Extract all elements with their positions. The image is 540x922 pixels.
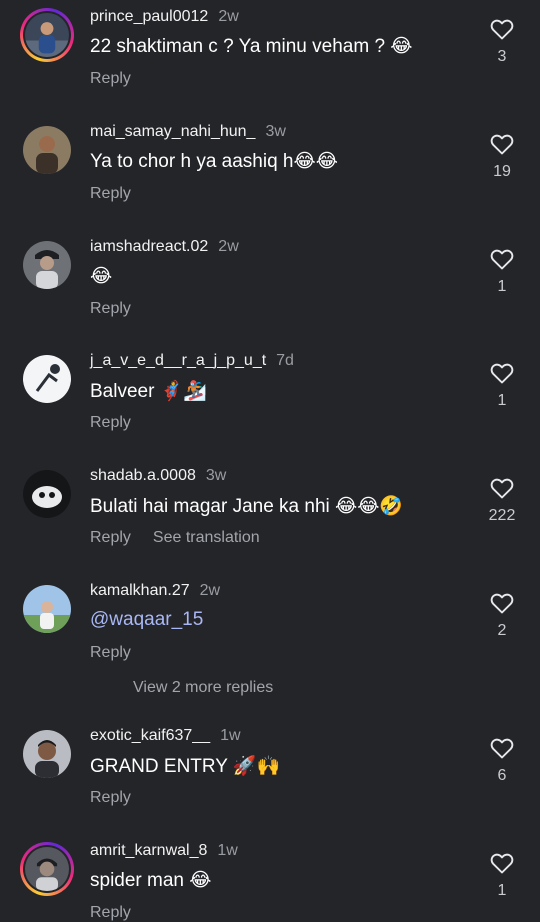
reply-button[interactable]: Reply [90,789,131,806]
heart-outline-icon[interactable] [490,362,514,384]
comment-actions: Reply [90,644,131,662]
timestamp: 2w [218,8,239,25]
like-count: 1 [497,882,507,899]
heart-outline-icon[interactable] [490,592,514,614]
timestamp: 3w [265,123,286,140]
comment-actions: Reply [90,300,131,318]
comment-header: j_a_v_e_d__r_a_j_p_u_t 7d [90,352,294,370]
comment-actions: Reply [90,70,131,88]
avatar[interactable] [23,585,71,633]
avatar[interactable] [23,126,71,174]
comment-text: 😂 [90,266,113,287]
username-link[interactable]: mai_samay_nahi_hun_ [90,123,255,140]
like-control: 2 [476,592,528,640]
like-count: 1 [497,278,507,295]
username-link[interactable]: kamalkhan.27 [90,582,190,599]
like-count: 1 [497,392,507,409]
like-control: 222 [476,477,528,525]
username-link[interactable]: prince_paul0012 [90,8,208,25]
timestamp: 3w [205,467,227,484]
username-link[interactable]: exotic_kaif637__ [90,727,210,744]
avatar-wrap[interactable] [20,123,74,177]
avatar-wrap[interactable] [20,582,74,636]
like-count: 6 [497,767,507,784]
like-count: 19 [493,163,511,180]
avatar-wrap[interactable] [20,727,74,781]
avatar-wrap[interactable] [20,238,74,292]
like-control: 19 [476,133,528,181]
timestamp: 1w [217,842,238,859]
timestamp: 2w [199,582,221,599]
like-control: 3 [476,18,528,66]
timestamp: 2w [218,238,239,255]
timestamp: 7d [276,352,294,369]
like-count: 2 [497,622,507,639]
comment-text: Ya to chor h ya aashiq h😂😂 [90,151,338,172]
reply-button[interactable]: Reply [90,644,131,661]
comment-header: kamalkhan.27 2w [90,582,220,600]
avatar[interactable] [23,241,71,289]
comment-header: exotic_kaif637__ 1w [90,727,241,745]
username-link[interactable]: amrit_karnwal_8 [90,842,207,859]
like-control: 1 [476,248,528,296]
reply-button[interactable]: Reply [90,414,131,431]
reply-button[interactable]: Reply [90,904,131,921]
see-translation-button[interactable]: See translation [153,529,260,546]
avatar[interactable] [23,355,71,403]
mention-link[interactable]: @waqaar_15 [90,609,203,631]
heart-outline-icon[interactable] [490,248,514,270]
view-more-replies-button[interactable]: View 2 more replies [133,679,273,697]
username-link[interactable]: shadab.a.0008 [90,467,196,484]
comment-header: amrit_karnwal_8 1w [90,842,238,860]
username-link[interactable]: iamshadreact.02 [90,238,208,255]
avatar[interactable] [23,730,71,778]
avatar-story-ring[interactable] [20,842,74,896]
reply-button[interactable]: Reply [90,185,131,202]
like-control: 6 [476,737,528,785]
like-control: 1 [476,852,528,900]
comment-actions: Reply See translation [90,529,260,547]
comment-actions: Reply [90,904,131,922]
reply-button[interactable]: Reply [90,70,131,87]
reply-button[interactable]: Reply [90,300,131,317]
avatar[interactable] [23,470,71,518]
comment-header: shadab.a.0008 3w [90,467,226,485]
comment-text: 22 shaktiman c ? Ya minu veham ? 😂 [90,36,413,57]
comment-text: spider man 😂 [90,870,212,891]
heart-outline-icon[interactable] [490,852,514,874]
username-link[interactable]: j_a_v_e_d__r_a_j_p_u_t [90,352,266,369]
comment-header: iamshadreact.02 2w [90,238,239,256]
comment-header: prince_paul0012 2w [90,8,239,26]
heart-outline-icon[interactable] [490,133,514,155]
comment-text: Bulati hai magar Jane ka nhi 😂😂🤣 [90,496,404,517]
avatar-wrap[interactable] [20,467,74,521]
reply-button[interactable]: Reply [90,529,131,546]
avatar-story-ring[interactable] [20,8,74,62]
heart-outline-icon[interactable] [490,18,514,40]
like-control: 1 [476,362,528,410]
avatar[interactable] [25,13,69,57]
comment-actions: Reply [90,789,131,807]
heart-outline-icon[interactable] [490,477,514,499]
comment-actions: Reply [90,185,131,203]
timestamp: 1w [220,727,241,744]
heart-outline-icon[interactable] [490,737,514,759]
like-count: 222 [488,507,516,524]
comment-text: GRAND ENTRY 🚀🙌 [90,756,281,777]
avatar[interactable] [25,847,69,891]
comment-header: mai_samay_nahi_hun_ 3w [90,123,286,141]
comment-text: Balveer 🦸🏂 [90,381,208,402]
like-count: 3 [497,48,507,65]
comment-actions: Reply [90,414,131,432]
avatar-wrap[interactable] [20,352,74,406]
